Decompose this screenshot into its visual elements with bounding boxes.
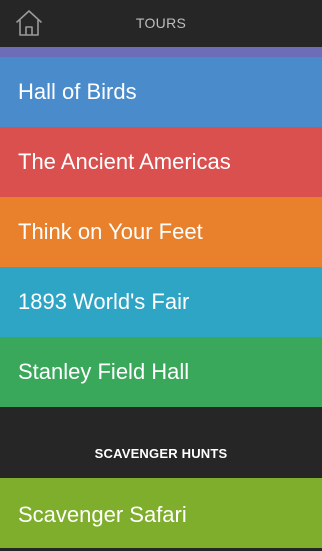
app-header: TOURS xyxy=(0,0,322,47)
hunt-item-scavenger-safari[interactable]: Scavenger Safari xyxy=(0,478,322,548)
top-color-strip xyxy=(0,47,322,57)
tour-item-think-on-your-feet[interactable]: Think on Your Feet xyxy=(0,197,322,267)
tour-item-ancient-americas[interactable]: The Ancient Americas xyxy=(0,127,322,197)
tour-item-hall-of-birds[interactable]: Hall of Birds xyxy=(0,57,322,127)
scavenger-hunts-heading: SCAVENGER HUNTS xyxy=(0,408,322,478)
tour-item-stanley-field-hall[interactable]: Stanley Field Hall xyxy=(0,337,322,407)
tour-item-worlds-fair[interactable]: 1893 World's Fair xyxy=(0,267,322,337)
page-title: TOURS xyxy=(135,15,187,31)
